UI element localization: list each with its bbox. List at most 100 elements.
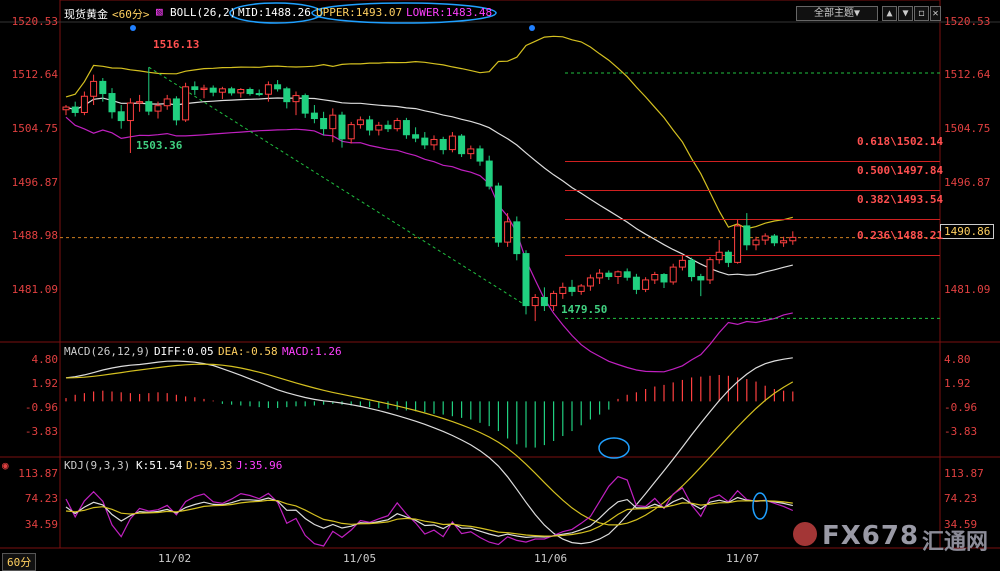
candle-body: [136, 101, 144, 104]
boll-lower: LOWER:1483.48: [406, 6, 493, 19]
macd-tick-left: 1.92: [31, 377, 59, 390]
fib-level-label: 0.618\1502.14: [857, 135, 944, 148]
price-tick-left: 1496.87: [11, 176, 58, 189]
candle-body: [605, 272, 613, 278]
kdj-tick-left: 34.59: [24, 518, 58, 531]
candle-body: [283, 88, 291, 103]
candle-body: [780, 240, 788, 244]
candle-body: [467, 148, 475, 155]
candle-body: [614, 271, 622, 278]
macd-diff: DIFF:0.05: [154, 345, 214, 358]
kdj-tick-left: 74.23: [24, 492, 58, 505]
candle-body: [734, 225, 742, 263]
candle-body: [568, 286, 576, 292]
candle-body: [99, 80, 107, 95]
candle-body: [688, 259, 696, 278]
candle-body: [678, 259, 686, 268]
candle-body: [108, 93, 116, 113]
candle-body: [504, 221, 512, 243]
candle-body: [706, 259, 714, 281]
macd-tick-right: 4.80: [944, 353, 971, 366]
theme-select-button[interactable]: 全部主题▼: [796, 6, 878, 21]
kdj-d: D:59.33: [186, 459, 233, 472]
price-tick-right: 1520.53: [944, 15, 991, 28]
macd-tick-right: -0.96: [944, 401, 978, 414]
highlight-ellipse: [752, 492, 768, 520]
candle-body: [651, 274, 659, 281]
candle-body: [375, 124, 383, 131]
candle-body: [476, 148, 484, 162]
candle-body: [366, 119, 374, 131]
candle-body: [430, 138, 438, 146]
date-label: 11/05: [343, 552, 377, 565]
candle-body: [145, 101, 153, 112]
price-tick-right: 1496.87: [944, 176, 991, 189]
chart-stage: [0, 0, 1000, 549]
candle-body: [200, 87, 208, 91]
date-label: 11/06: [534, 552, 568, 565]
date-label: 11/02: [158, 552, 192, 565]
macd-tick-right: 1.92: [944, 377, 971, 390]
period-select[interactable]: 60分: [2, 553, 37, 571]
candle-body: [660, 274, 668, 283]
trend-line: [148, 66, 527, 307]
macd-tick-left: 4.80: [31, 353, 59, 366]
candle-body: [412, 134, 420, 139]
price-tick-left: 1481.09: [11, 283, 58, 296]
candle-body: [237, 89, 245, 94]
macd-tick-left: -0.96: [24, 401, 58, 414]
macd-title: MACD(26,12,9): [64, 345, 151, 358]
boll-upper: UPPER:1493.07: [316, 6, 403, 19]
boll-mid-line: [65, 97, 793, 276]
watermark-logo: FX678: [822, 521, 920, 551]
candle-body: [448, 135, 456, 151]
instrument-name: 现货黄金: [64, 8, 108, 21]
date-label: 11/07: [726, 552, 760, 565]
candle-body: [62, 106, 70, 111]
candle-body: [310, 112, 318, 120]
candle-body: [320, 118, 328, 130]
candle-body: [182, 86, 190, 121]
indicator-name[interactable]: BOLL(26,2): [170, 6, 236, 19]
low-label: 1479.50: [561, 303, 608, 316]
price-tick-left: 1512.64: [11, 68, 58, 81]
candle-body: [596, 272, 604, 279]
candle-body: [531, 296, 539, 307]
candle-body: [632, 276, 640, 290]
candle-body: [172, 98, 180, 121]
close-icon[interactable]: ✕: [930, 6, 941, 21]
price-tick-right: 1512.64: [944, 68, 991, 81]
candle-body: [642, 279, 650, 290]
candle-body: [264, 84, 272, 95]
signal-dot: [529, 25, 535, 31]
candle-body: [752, 239, 760, 246]
boll-mid: MID:1488.26: [238, 6, 311, 19]
candle-body: [338, 114, 346, 140]
restore-icon[interactable]: ◻: [914, 6, 929, 21]
candle-body: [669, 266, 677, 283]
macd-dea: DEA:-0.58: [218, 345, 278, 358]
kdj-k: K:51.54: [136, 459, 183, 472]
candle-body: [743, 225, 751, 246]
candle-body: [209, 87, 217, 93]
candle-body: [329, 114, 337, 130]
macd-diff-line: [65, 357, 793, 545]
macd-value: MACD:1.26: [282, 345, 342, 358]
candle-body: [228, 88, 236, 94]
signal-dot: [130, 25, 136, 31]
candle-body: [393, 120, 401, 130]
highlight-ellipse: [598, 437, 630, 459]
arrow-up-icon[interactable]: ▲: [882, 6, 897, 21]
watermark-logo-icon: [793, 522, 817, 546]
watermark-logo-cn: 汇通网: [922, 530, 989, 555]
candle-body: [356, 119, 364, 126]
fib-level-label: 0.500\1497.84: [857, 164, 944, 177]
candle-body: [559, 286, 567, 294]
kdj-title: KDJ(9,3,3): [64, 459, 131, 472]
candle-body: [301, 95, 309, 114]
candle-body: [770, 235, 778, 244]
candle-body: [697, 276, 705, 281]
arrow-down-icon[interactable]: ▼: [898, 6, 913, 21]
current-price-box: 1490.86: [940, 224, 995, 239]
candle-body: [513, 221, 521, 255]
